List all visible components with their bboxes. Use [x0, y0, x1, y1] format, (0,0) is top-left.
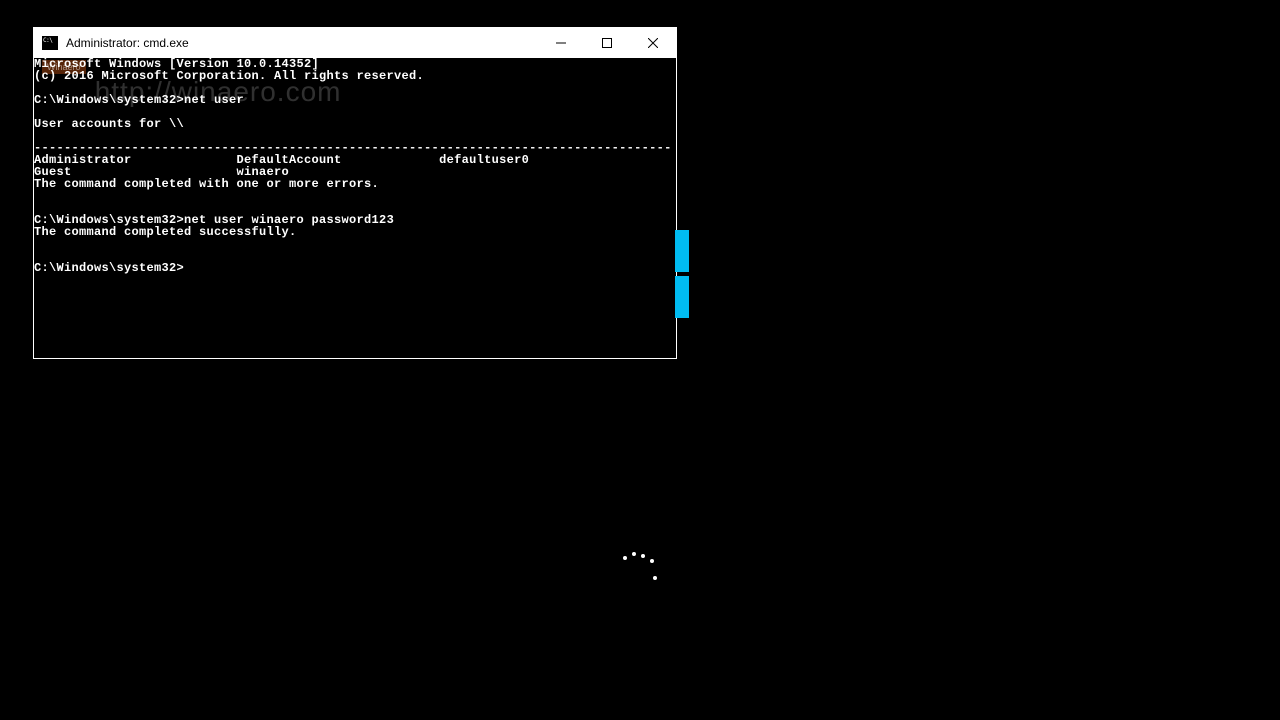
command-input: net user	[184, 93, 244, 107]
accounts-header: User accounts for \\	[34, 117, 184, 131]
window-title: Administrator: cmd.exe	[66, 36, 538, 50]
prompt: C:\Windows\system32>	[34, 93, 184, 107]
terminal-output: Microsoft Windows [Version 10.0.14352] (…	[34, 58, 672, 274]
background-window-fragment	[675, 230, 689, 322]
prompt: C:\Windows\system32>	[34, 261, 184, 275]
close-button[interactable]	[630, 28, 676, 58]
status-line: The command completed with one or more e…	[34, 177, 379, 191]
copyright-line: (c) 2016 Microsoft Corporation. All righ…	[34, 69, 424, 83]
window-controls	[538, 28, 676, 58]
loading-spinner-icon	[620, 550, 660, 590]
blue-fragment-icon	[675, 230, 689, 272]
blue-fragment-icon	[675, 276, 689, 318]
cmd-window: Administrator: cmd.exe Winaero http://wi…	[33, 27, 677, 359]
minimize-button[interactable]	[538, 28, 584, 58]
status-line: The command completed successfully.	[34, 225, 297, 239]
terminal-body[interactable]: Winaero http://winaero.com Microsoft Win…	[34, 58, 676, 358]
cmd-icon	[42, 36, 58, 50]
maximize-button[interactable]	[584, 28, 630, 58]
titlebar[interactable]: Administrator: cmd.exe	[34, 28, 676, 58]
